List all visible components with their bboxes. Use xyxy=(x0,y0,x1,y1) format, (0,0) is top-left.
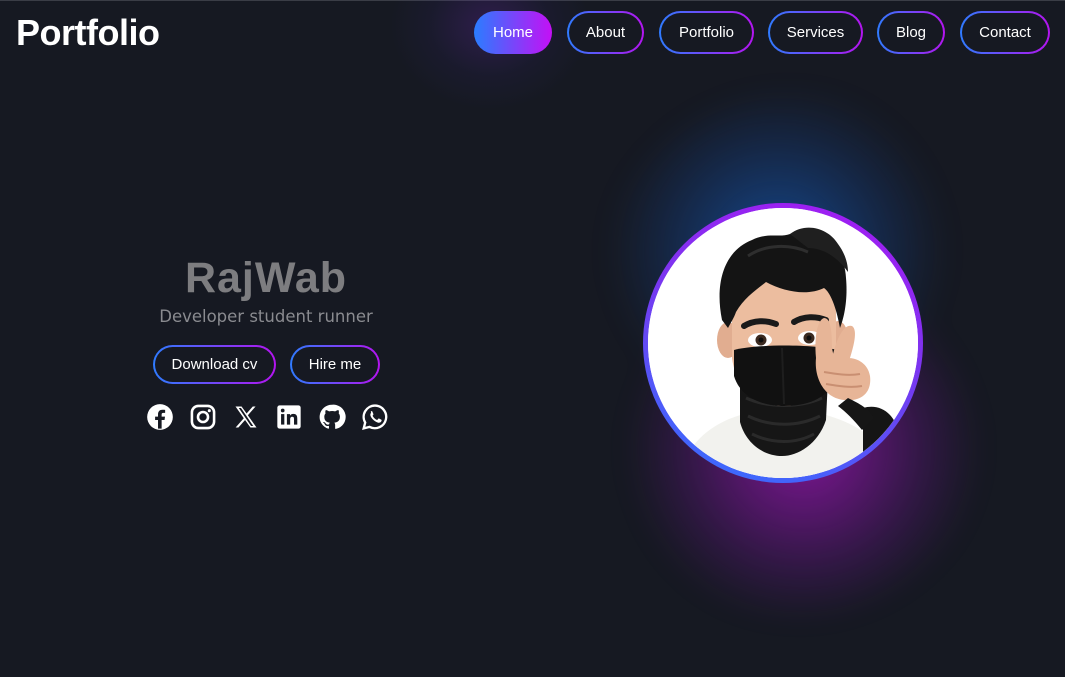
avatar-frame xyxy=(643,203,923,483)
site-logo[interactable]: Portfolio xyxy=(16,12,160,54)
hero-tagline: Developer student runner xyxy=(159,307,373,326)
whatsapp-icon[interactable] xyxy=(360,402,390,432)
nav-portfolio-button[interactable]: Portfolio xyxy=(659,11,754,54)
download-cv-button[interactable]: Download cv xyxy=(153,345,276,384)
github-icon[interactable] xyxy=(317,402,347,432)
x-icon[interactable] xyxy=(231,402,261,432)
nav-about-button[interactable]: About xyxy=(567,11,644,54)
hero-name: RajWab xyxy=(184,254,348,302)
nav-home-button[interactable]: Home xyxy=(474,11,552,54)
portfolio-page: Portfolio Home About Portfolio Services … xyxy=(0,0,1065,677)
instagram-icon[interactable] xyxy=(188,402,218,432)
memoji-avatar-icon xyxy=(648,208,918,478)
hire-me-button[interactable]: Hire me xyxy=(290,345,380,384)
nav-services-button[interactable]: Services xyxy=(768,11,863,54)
avatar-image xyxy=(648,208,918,478)
linkedin-icon[interactable] xyxy=(274,402,304,432)
facebook-icon[interactable] xyxy=(145,402,175,432)
nav-blog-button[interactable]: Blog xyxy=(877,11,945,54)
nav-contact-button[interactable]: Contact xyxy=(960,11,1050,54)
